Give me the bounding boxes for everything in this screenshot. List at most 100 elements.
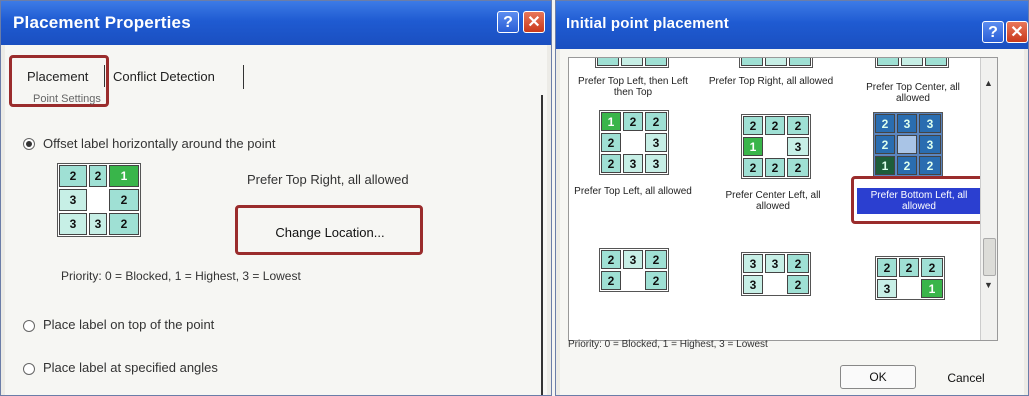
grid-cell [789, 58, 811, 66]
grid-cell: 3 [623, 250, 643, 269]
grid-cell [621, 58, 643, 66]
tab-conflict-detection[interactable]: Conflict Detection [113, 69, 215, 84]
option-label[interactable]: Prefer Top Right, all allowed [707, 76, 835, 87]
window-title: Placement Properties [13, 13, 191, 32]
title-bar: Placement Properties ? ✕ [1, 1, 551, 45]
grid-cell: 3 [645, 154, 667, 173]
scroll-thumb[interactable] [983, 238, 996, 276]
on-top-radio[interactable] [23, 320, 35, 332]
grid-cell: 3 [919, 135, 941, 154]
scroll-down-icon[interactable]: ▼ [984, 280, 993, 290]
grid-cell: 2 [623, 112, 643, 131]
close-button[interactable]: ✕ [1006, 21, 1028, 43]
option-grid-row3-2[interactable]: 3 3 2 3 2 [741, 252, 811, 296]
initial-point-placement-window: Initial point placement ? ✕ Prefer Top L… [555, 0, 1029, 396]
option-grid-row3-3[interactable]: 2 2 2 3 1 [875, 256, 945, 300]
grid-cell: 3 [743, 254, 763, 273]
grid-cell: 2 [89, 165, 107, 187]
grid-cell: 2 [645, 250, 667, 269]
grid-cell: 2 [919, 156, 941, 175]
top-grid-strip [739, 58, 813, 68]
grid-cell: 3 [59, 189, 87, 211]
option-grid-bottom-left[interactable]: 2 3 3 2 3 1 2 2 [873, 112, 943, 177]
top-grid-strip [875, 58, 949, 68]
grid-cell: 3 [743, 275, 763, 294]
grid-cell: 1 [109, 165, 139, 187]
grid-cell [925, 58, 947, 66]
grid-cell [741, 58, 763, 66]
grid-cell: 2 [899, 258, 919, 277]
grid-cell: 2 [645, 112, 667, 131]
option-label[interactable]: Prefer Top Left, all allowed [569, 186, 697, 197]
close-button[interactable]: ✕ [523, 11, 545, 33]
change-location-button[interactable]: Change Location... [251, 221, 409, 247]
tab-divider [243, 65, 244, 89]
grid-cell: 1 [921, 279, 943, 298]
dialog-content: Placement Conflict Detection Point Setti… [5, 45, 547, 395]
grid-cell: 2 [787, 275, 809, 294]
grid-cell: 3 [919, 114, 941, 133]
grid-cell [597, 58, 619, 66]
option-grid-row3-1[interactable]: 2 3 2 2 2 [599, 248, 669, 292]
grid-cell [897, 135, 917, 154]
ok-button[interactable]: OK [840, 365, 916, 389]
grid-cell: 2 [743, 158, 763, 177]
offset-label: Offset label horizontally around the poi… [43, 136, 276, 151]
grid-cell: 1 [743, 137, 763, 156]
grid-cell [877, 58, 899, 66]
title-bar: Initial point placement ? ✕ [556, 1, 1028, 49]
grid-cell: 2 [601, 133, 621, 152]
grid-cell [623, 133, 643, 152]
priority-text: Priority: 0 = Blocked, 1 = Highest, 3 = … [61, 269, 301, 283]
angles-label: Place label at specified angles [43, 360, 218, 375]
priority-grid: 2 2 1 3 2 3 3 2 [57, 163, 141, 237]
offset-radio[interactable] [23, 138, 35, 150]
scroll-up-icon[interactable]: ▲ [984, 78, 993, 88]
grid-cell: 2 [787, 254, 809, 273]
window-title: Initial point placement [566, 15, 729, 32]
grid-cell: 3 [89, 213, 107, 235]
grid-cell [765, 137, 785, 156]
frame-edge [541, 95, 543, 395]
top-grid-strip [595, 58, 669, 68]
grid-cell: 3 [877, 279, 897, 298]
point-settings-label: Point Settings [33, 93, 101, 105]
grid-cell: 3 [765, 254, 785, 273]
grid-cell: 3 [645, 133, 667, 152]
grid-cell-center [89, 189, 107, 211]
placement-list: Prefer Top Left, then Left then Top Pref… [568, 57, 998, 341]
grid-cell [901, 58, 923, 66]
preference-text: Prefer Top Right, all allowed [247, 172, 409, 187]
help-button[interactable]: ? [982, 21, 1004, 43]
option-label[interactable]: Prefer Center Left, all allowed [709, 190, 837, 212]
grid-cell: 2 [109, 213, 139, 235]
grid-cell [645, 58, 667, 66]
grid-cell: 2 [765, 116, 785, 135]
grid-cell: 1 [601, 112, 621, 131]
option-grid-top-left[interactable]: 1 2 2 2 3 2 3 3 [599, 110, 669, 175]
option-grid-center-left[interactable]: 2 2 2 1 3 2 2 2 [741, 114, 811, 179]
grid-cell: 2 [601, 271, 621, 290]
grid-cell: 2 [921, 258, 943, 277]
grid-cell [765, 58, 787, 66]
grid-cell: 2 [787, 158, 809, 177]
grid-cell: 3 [897, 114, 917, 133]
on-top-label: Place label on top of the point [43, 317, 215, 332]
cancel-button[interactable]: Cancel [928, 367, 1004, 391]
grid-cell: 3 [623, 154, 643, 173]
grid-cell: 2 [109, 189, 139, 211]
option-label[interactable]: Prefer Top Left, then Left then Top [569, 76, 697, 98]
selected-option-highlight [851, 176, 997, 224]
grid-cell [899, 279, 919, 298]
vertical-scrollbar[interactable]: ▲ ▼ [980, 58, 997, 340]
grid-cell: 2 [897, 156, 917, 175]
angles-radio[interactable] [23, 363, 35, 375]
grid-cell: 2 [787, 116, 809, 135]
option-label[interactable]: Prefer Top Center, all allowed [849, 82, 977, 104]
grid-cell: 1 [875, 156, 895, 175]
grid-cell: 2 [875, 114, 895, 133]
grid-cell [623, 271, 643, 290]
grid-cell: 2 [59, 165, 87, 187]
help-button[interactable]: ? [497, 11, 519, 33]
placement-properties-window: Placement Properties ? ✕ Placement Confl… [0, 0, 552, 396]
